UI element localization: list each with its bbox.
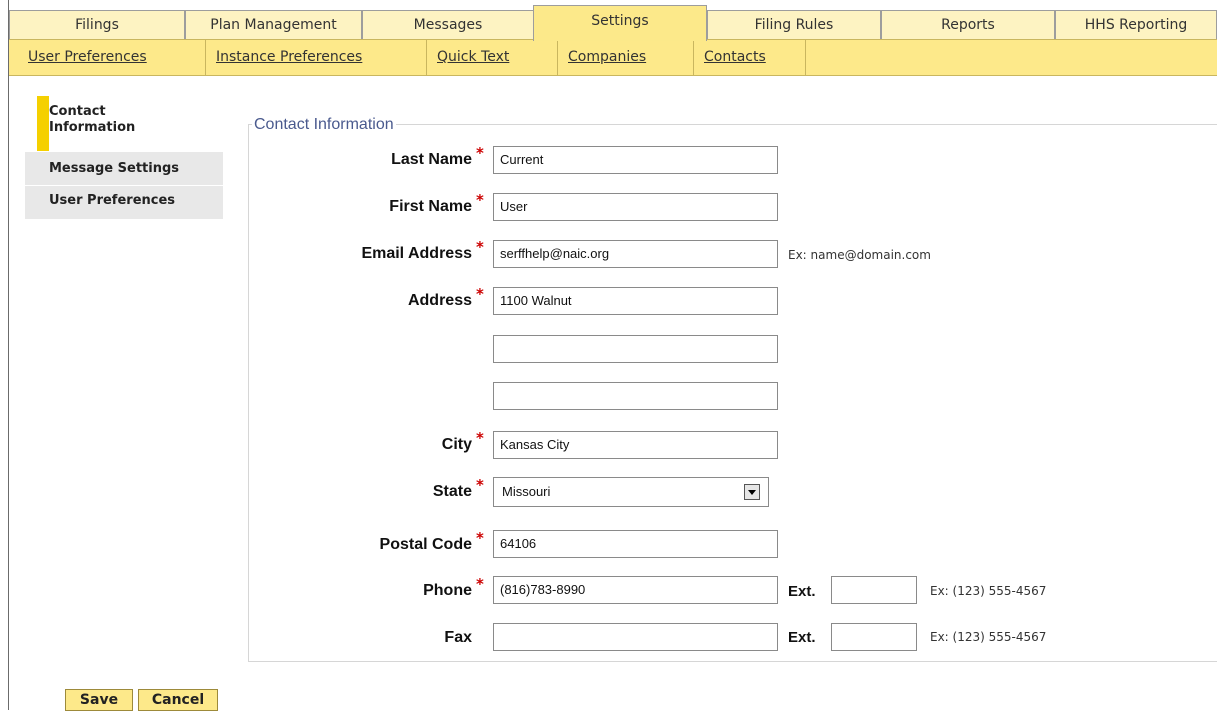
required-marker: *	[476, 529, 484, 547]
sub-tab-bar: User Preferences Instance Preferences Qu…	[9, 39, 1217, 76]
state-value: Missouri	[502, 484, 551, 499]
phone-ext-input[interactable]	[831, 576, 917, 604]
save-button[interactable]: Save	[65, 689, 133, 711]
last-name-label: Last Name	[391, 151, 472, 168]
city-input[interactable]: Kansas City	[493, 431, 778, 459]
tab-reports[interactable]: Reports	[881, 10, 1055, 39]
address-line2-input[interactable]	[493, 335, 778, 363]
fieldset-legend: Contact Information	[252, 116, 396, 134]
required-marker: *	[476, 238, 484, 256]
tab-filings[interactable]: Filings	[9, 10, 185, 39]
address-line3-input[interactable]	[493, 382, 778, 410]
tab-messages[interactable]: Messages	[362, 10, 534, 39]
dropdown-arrow-icon[interactable]	[744, 484, 760, 500]
leftnav-message-settings[interactable]: Message Settings	[25, 152, 223, 186]
state-select[interactable]: Missouri	[493, 477, 769, 507]
fax-ext-label: Ext.	[788, 629, 816, 646]
left-nav: Contact Information Message Settings Use…	[25, 96, 223, 220]
city-label: City	[441, 436, 472, 453]
first-name-label: First Name	[389, 198, 472, 215]
required-marker: *	[476, 476, 484, 494]
first-name-input[interactable]: User	[493, 193, 778, 221]
subtab-contacts[interactable]: Contacts	[694, 40, 806, 75]
tab-filing-rules[interactable]: Filing Rules	[707, 10, 881, 39]
required-marker: *	[476, 191, 484, 209]
address-label: Address	[407, 292, 472, 309]
leftnav-contact-information[interactable]: Contact Information	[25, 96, 223, 152]
frame-border	[8, 0, 9, 710]
address-line1-input[interactable]: 1100 Walnut	[493, 287, 778, 315]
tab-settings[interactable]: Settings	[533, 5, 707, 41]
subtab-quick-text[interactable]: Quick Text	[427, 40, 558, 75]
phone-label: Phone	[423, 582, 472, 599]
postal-code-input[interactable]: 64106	[493, 530, 778, 558]
required-marker: *	[476, 285, 484, 303]
email-hint: Ex: name@domain.com	[788, 248, 931, 262]
phone-ext-label: Ext.	[788, 583, 816, 600]
marker	[37, 152, 49, 185]
required-marker: *	[476, 575, 484, 593]
required-marker: *	[476, 144, 484, 162]
required-marker: *	[476, 429, 484, 447]
marker	[37, 186, 49, 219]
main-tab-bar: Filings Plan Management Messages Setting…	[9, 0, 1217, 41]
leftnav-user-preferences[interactable]: User Preferences	[25, 186, 223, 220]
last-name-input[interactable]: Current	[493, 146, 778, 174]
postal-code-label: Postal Code	[379, 536, 472, 553]
active-marker	[37, 96, 49, 151]
cancel-button[interactable]: Cancel	[138, 689, 218, 711]
state-label: State	[432, 483, 472, 500]
phone-hint: Ex: (123) 555-4567	[930, 584, 1047, 598]
fax-label: Fax	[444, 629, 472, 646]
leftnav-label: Contact Information	[49, 104, 136, 135]
subtab-companies[interactable]: Companies	[558, 40, 694, 75]
tab-plan-management[interactable]: Plan Management	[185, 10, 362, 39]
tab-hhs-reporting[interactable]: HHS Reporting	[1055, 10, 1217, 39]
phone-input[interactable]: (816)783-8990	[493, 576, 778, 604]
fax-input[interactable]	[493, 623, 778, 651]
email-input[interactable]: serffhelp@naic.org	[493, 240, 778, 268]
fax-ext-input[interactable]	[831, 623, 917, 651]
leftnav-label: User Preferences	[49, 193, 176, 208]
leftnav-label: Message Settings	[49, 161, 180, 176]
subtab-user-preferences[interactable]: User Preferences	[18, 40, 206, 75]
fax-hint: Ex: (123) 555-4567	[930, 630, 1047, 644]
subtab-instance-preferences[interactable]: Instance Preferences	[206, 40, 427, 75]
email-label: Email Address	[361, 245, 472, 262]
